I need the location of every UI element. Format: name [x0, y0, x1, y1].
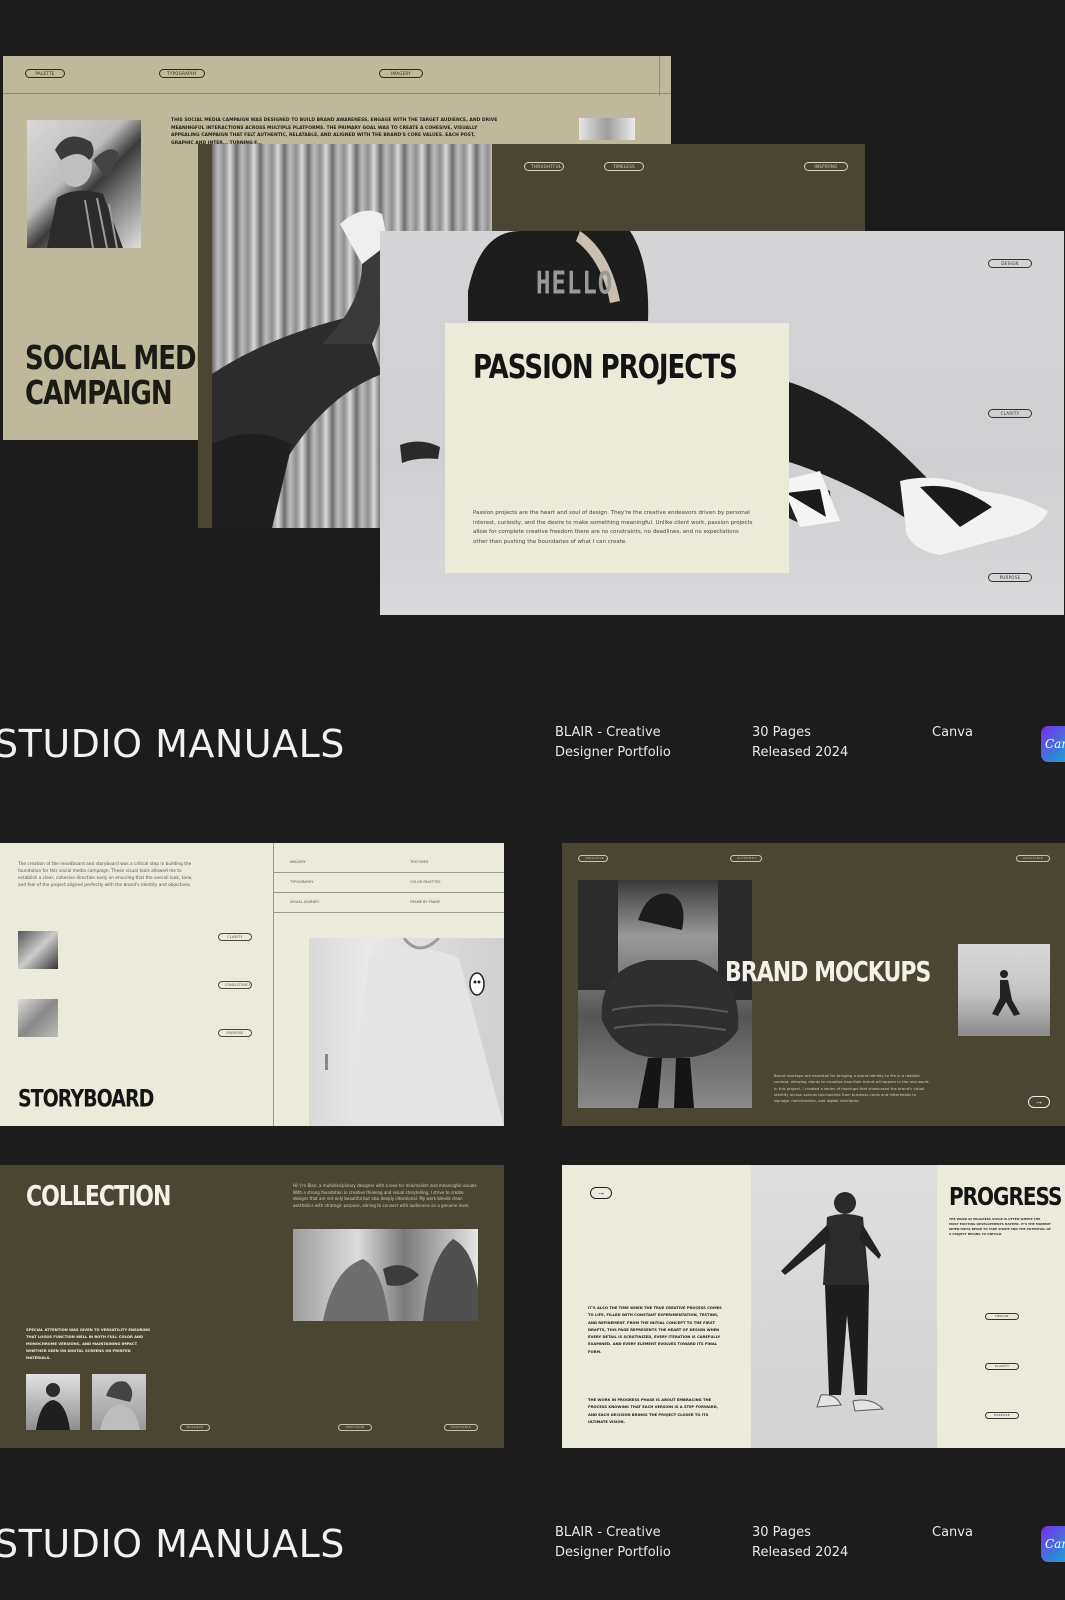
collection-thumb-2 [92, 1374, 146, 1430]
slide-rule-vertical [659, 56, 660, 96]
collection-intro: Hi! I'm Blair, a multidisciplinary desig… [293, 1183, 478, 1208]
page-count-line2: Released 2024 [752, 745, 849, 760]
grid-rule-3 [273, 912, 504, 913]
portrait-photo [27, 120, 141, 248]
pill-timeless: TIMELESS [604, 162, 644, 171]
runner-photo [958, 944, 1050, 1036]
vest-figure-icon [781, 1192, 885, 1412]
sweater-figure-icon [325, 938, 504, 1126]
page-count-2: 30 Pages Released 2024 [752, 1523, 848, 1563]
passion-body: Passion projects are the heart and soul … [473, 510, 753, 545]
storyboard-thumb-1 [18, 931, 58, 969]
collection-body: SPECIAL ATTENTION WAS GIVEN TO VERSATILI… [26, 1328, 150, 1360]
pill-authentic: AUTHENTIC [730, 855, 762, 862]
pill-precision: PRECISION [338, 1424, 372, 1431]
passion-title: PASSION PROJECTS [473, 349, 738, 387]
pill-purpose: PURPOSE [988, 573, 1032, 582]
platform-label-2: Canva [932, 1525, 973, 1540]
page-count-line1: 30 Pages [752, 725, 811, 740]
jacket-photo [578, 880, 752, 1108]
product-name-2-line1: BLAIR - Creative [555, 1525, 661, 1540]
pill-clarity-sb: CLARITY [218, 933, 252, 941]
hands-photo [293, 1229, 478, 1321]
pill-adaptable: ADAPTABLE [1016, 855, 1050, 862]
pill-thoughtful: THOUGHTFUL [524, 162, 564, 171]
runner-figure-icon [992, 970, 1020, 1016]
pill-design-pr: DESIGN [985, 1313, 1019, 1320]
collection-title: COLLECTION [26, 1181, 171, 1213]
grid-cell-typography: TYPOGRAPHY [290, 880, 314, 884]
vest-photo [751, 1165, 937, 1448]
storyboard-thumb-2 [18, 999, 58, 1037]
pill-clarity-pr: CLARITY [985, 1363, 1019, 1370]
canva-logo-2: Canva [1041, 1526, 1065, 1562]
storyboard-title: STORYBOARD [18, 1085, 154, 1113]
passion-card: PASSION PROJECTS Passion projects are th… [445, 323, 789, 573]
collection-thumb-2-figure-icon [100, 1381, 140, 1430]
pill-versatile: VERSATILE [578, 855, 608, 862]
passion-projects-slide: HELLO DESIGN CLARITY PURPOSE PASSION PRO… [380, 231, 1064, 615]
grid-rule-1 [273, 872, 504, 873]
studio-manuals-title-2: STUDIO MANUALS [0, 1522, 345, 1566]
slide-rule [3, 93, 671, 94]
brand-mockups-body: Brand mockups are essential for bringing… [774, 1073, 930, 1104]
collection-slide: COLLECTION Hi! I'm Blair, a multidiscipl… [0, 1165, 504, 1448]
pill-inspiring: INSPIRING [804, 162, 848, 171]
pill-adaptable-col: ADAPTABLE [444, 1424, 478, 1431]
product-name-2: BLAIR - Creative Designer Portfolio [555, 1523, 671, 1563]
progress-title: PROGRESS [949, 1181, 1062, 1211]
product-name-line1: BLAIR - Creative [555, 725, 661, 740]
social-title-line2: CAMPAIGN [25, 375, 173, 413]
grid-cell-textures: TEXTURES [410, 860, 429, 864]
page-count: 30 Pages Released 2024 [752, 723, 848, 763]
storyboard-divider [273, 843, 274, 1126]
grid-rule-2 [273, 892, 504, 893]
jacket-figure-icon [578, 880, 752, 1108]
storyboard-intro: The creation of the moodboard and storyb… [18, 862, 193, 888]
pill-purpose-sb: PURPOSE [218, 1029, 252, 1037]
progress-arrow-icon[interactable]: → [590, 1187, 612, 1199]
grid-cell-imagery: IMAGERY [290, 860, 306, 864]
pill-purpose-pr: PURPOSE [985, 1412, 1019, 1419]
page-count-2-line1: 30 Pages [752, 1525, 811, 1540]
pill-balance: BALANCE [180, 1424, 210, 1431]
sweatshirt-print: HELLO [536, 265, 614, 302]
pill-design: DESIGN [988, 259, 1032, 268]
grid-cell-frame-by-frame: FRAME BY FRAME [410, 900, 441, 904]
collection-thumb-1 [26, 1374, 80, 1430]
portrait-figure-icon [47, 136, 123, 248]
product-name-2-line2: Designer Portfolio [555, 1545, 671, 1560]
canva-logo: Canva [1041, 726, 1065, 762]
brand-mockups-slide: VERSATILE AUTHENTIC ADAPTABLE BRAND MOCK… [562, 843, 1065, 1126]
product-name: BLAIR - Creative Designer Portfolio [555, 723, 671, 763]
pill-typography: TYPOGRAPHY [159, 69, 205, 78]
pill-palette: PALETTE [25, 69, 65, 78]
pill-clarity: CLARITY [988, 409, 1032, 418]
platform-label: Canva [932, 725, 973, 740]
sweater-photo [309, 938, 504, 1126]
product-name-line2: Designer Portfolio [555, 745, 671, 760]
page-count-2-line2: Released 2024 [752, 1545, 849, 1560]
progress-side-text: THE WORK IN PROGRESS STAGE IS OFTEN WHER… [949, 1217, 1051, 1236]
progress-body-1: IT'S ALSO THE TIME WHEN THE TRUE CREATIV… [588, 1306, 722, 1354]
studio-manuals-title: STUDIO MANUALS [0, 722, 345, 766]
pill-consistency-sb: CONSISTENCY [218, 981, 252, 989]
next-arrow-icon[interactable]: → [1028, 1096, 1050, 1108]
grid-cell-color-palettes: COLOR PALETTES [410, 880, 441, 884]
brand-mockups-title: BRAND MOCKUPS [725, 957, 931, 989]
collection-thumb-1-figure-icon [36, 1383, 70, 1430]
thumbnail-photo [579, 118, 635, 140]
progress-body-2: THE WORK IN PROGRESS PHASE IS ABOUT EMBR… [588, 1398, 719, 1424]
hands-figure-icon [323, 1239, 478, 1321]
social-title-line1: SOCIAL MEDIA [25, 340, 224, 378]
storyboard-slide: The creation of the moodboard and storyb… [0, 843, 504, 1126]
pill-imagery: IMAGERY [379, 69, 423, 78]
grid-cell-visual-journey: VISUAL JOURNEY [290, 900, 320, 904]
progress-slide: → IT'S ALSO THE TIME WHEN THE TRUE CREAT… [562, 1165, 1065, 1448]
